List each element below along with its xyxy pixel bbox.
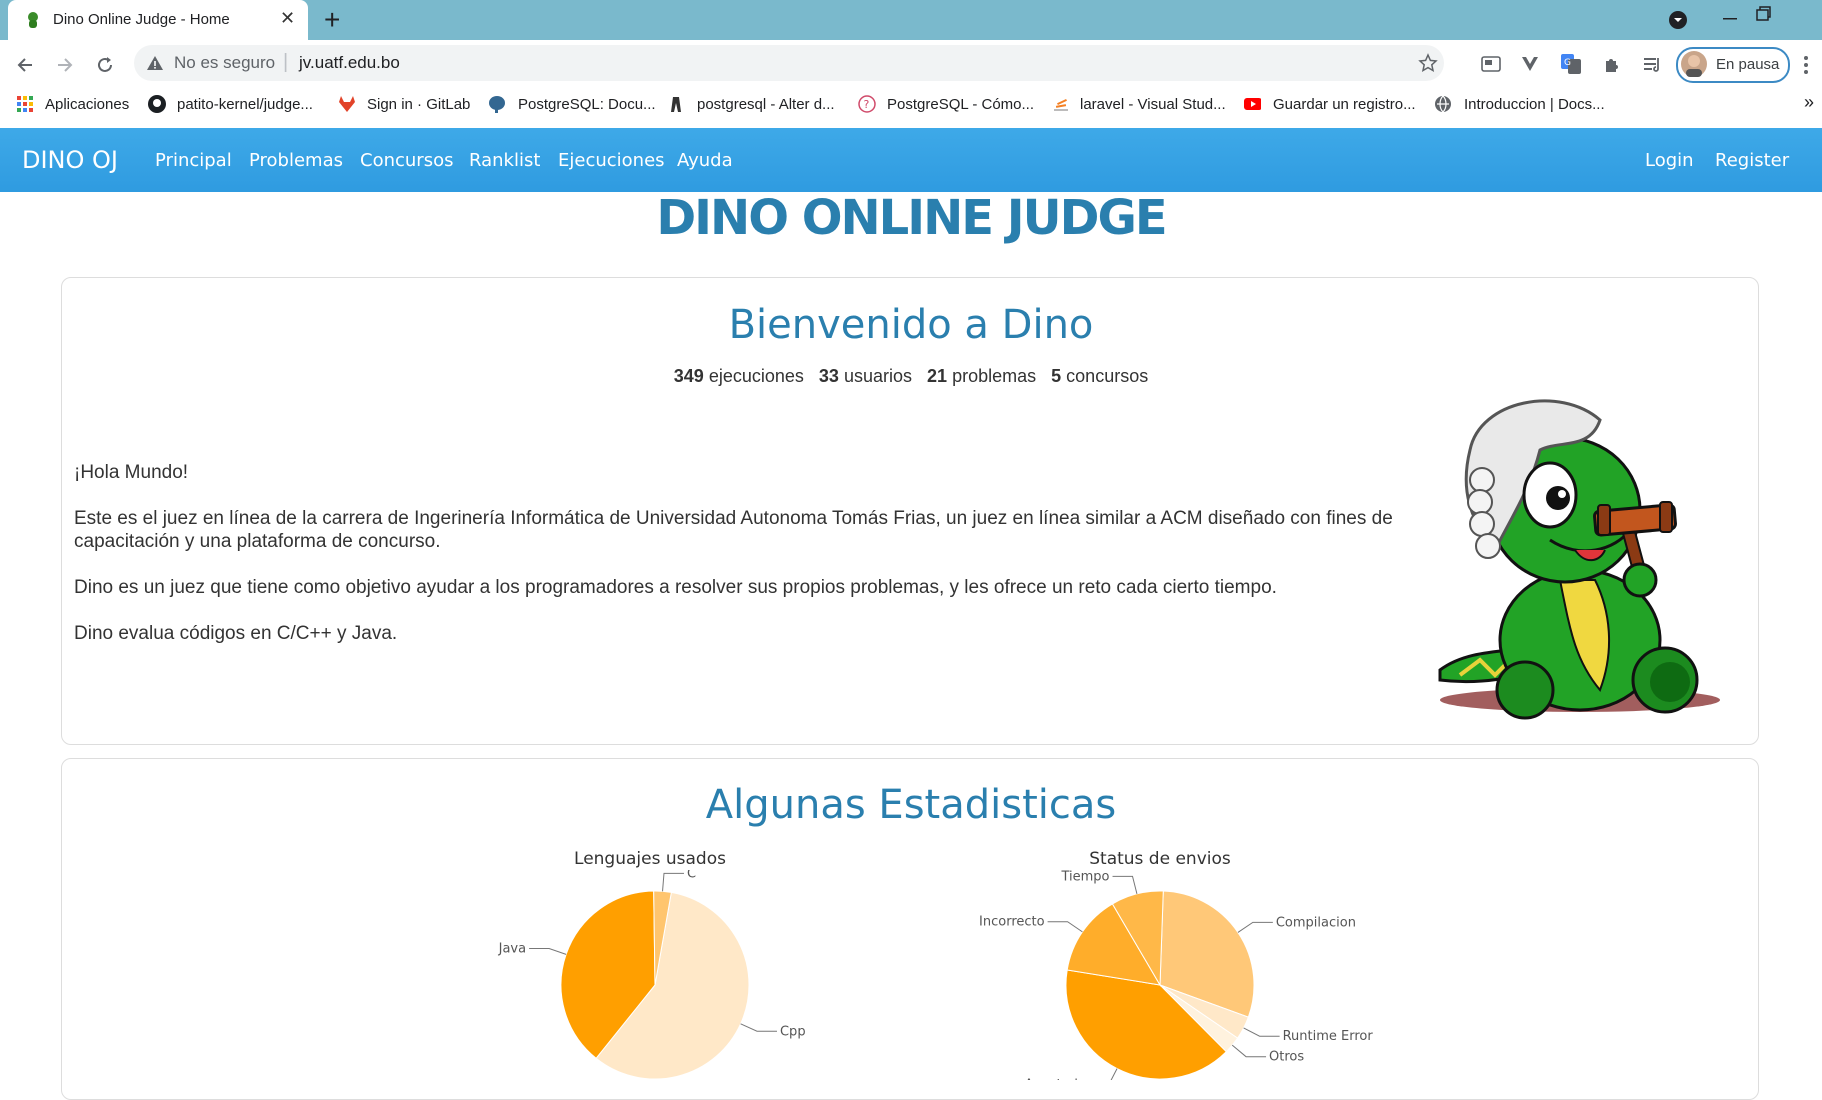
contests-count: 5 [1051,366,1062,386]
forward-icon[interactable] [54,54,76,76]
pie-label: Cpp [780,1024,806,1039]
screen-cast-icon[interactable] [1480,54,1502,74]
pie-label: Tiempo [1060,870,1109,884]
address-bar[interactable]: No es seguro | jv.uatf.edu.bo [134,45,1444,81]
reading-list-icon[interactable] [1642,54,1664,74]
dino-judge-mascot-image [1438,399,1720,720]
welcome-title: Bienvenido a Dino [728,302,1094,348]
register-link[interactable]: Register [1715,150,1789,171]
bookmarks-overflow-button[interactable]: » [1804,92,1814,113]
url-text[interactable]: jv.uatf.edu.bo [299,53,400,73]
minimize-icon[interactable] [1720,8,1740,28]
reload-icon[interactable] [94,54,116,76]
login-link[interactable]: Login [1645,150,1694,171]
bookmark-item[interactable]: laravel - Visual Stud... [1080,96,1226,113]
nav-principal[interactable]: Principal [155,150,232,171]
avatar [1681,51,1707,77]
problems-label: problemas [952,366,1037,386]
users-count: 33 [818,366,839,386]
bookmark-item[interactable]: postgresql - Alter d... [697,96,835,113]
bookmark-item[interactable]: Guardar un registro... [1273,96,1416,113]
youtube-icon [1244,98,1261,110]
status-chart-title: Status de envios [1089,849,1231,869]
brand-logo[interactable]: DINO OJ [22,146,118,174]
pie-label: Compilacion [1276,915,1356,930]
bookmark-star-icon[interactable] [1418,53,1438,73]
bookmark-item[interactable]: Aplicaciones [45,96,129,113]
bookmark-item[interactable]: Introduccion | Docs... [1464,96,1605,113]
tab-close-button[interactable]: ✕ [280,8,295,29]
pie-label: Otros [1269,1050,1304,1065]
gitlab-icon [339,96,355,112]
translate-icon[interactable]: G [1560,53,1582,75]
svg-text:G: G [1564,58,1571,68]
page-title: DINO ONLINE JUDGE [656,190,1167,246]
new-tab-button[interactable]: + [324,4,340,36]
github-icon [148,95,166,113]
pie-label: Java [498,942,526,957]
pie-leader-line [1237,921,1273,933]
pie-leader-line [1047,921,1083,933]
users-label: usuarios [843,366,913,386]
bookmark-item[interactable]: Sign in · GitLab [367,96,470,113]
bookmark-item[interactable]: PostgreSQL: Docu... [518,96,656,113]
pie-leader-line [1110,1068,1118,1080]
pie-label: C [687,870,696,881]
contests-label: concursos [1066,366,1149,386]
pie-leader-line [529,948,567,955]
tab-search-icon[interactable] [1668,10,1688,30]
status-pie-chart: CompilacionRuntime ErrorOtrosAceptadoInc… [979,870,1374,1080]
bookmark-item[interactable]: patito-kernel/judge... [177,96,313,113]
executions-count: 349 [673,366,704,386]
menu-dots-icon[interactable] [1802,54,1810,76]
dino-favicon-icon [28,12,38,28]
question-site-icon: ? [858,95,876,113]
intro-paragraph: Este es el juez en línea de la carrera d… [74,508,1393,552]
languages-pie-chart: Cpp Java C [498,870,806,1080]
security-label: No es seguro [174,53,276,72]
vue-devtools-icon[interactable] [1520,54,1540,74]
warning-icon [147,56,163,70]
profile-label: En pausa [1716,56,1780,73]
pie-label: Runtime Error [1283,1029,1374,1044]
bookmark-item[interactable]: PostgreSQL - Cómo... [887,96,1034,113]
nav-concursos[interactable]: Concursos [360,150,453,171]
pie-leader-line [1243,1027,1280,1037]
pie-leader-line [1112,875,1138,894]
extensions-icon[interactable] [1602,54,1622,74]
statistics-title: Algunas Estadisticas [705,782,1117,828]
browser-tab[interactable]: Dino Online Judge - Home ✕ [8,0,308,40]
languages-paragraph: Dino evalua códigos en C/C++ y Java. [74,623,398,644]
globe-icon [1435,95,1451,113]
problems-count: 21 [927,366,948,386]
greeting-text: ¡Hola Mundo! [74,462,189,483]
back-icon[interactable] [14,54,36,76]
executions-label: ejecuciones [708,366,804,386]
nav-ranklist[interactable]: Ranklist [469,150,540,171]
stackoverflow-icon [1054,98,1068,111]
postgresql-icon [489,96,505,113]
goal-paragraph: Dino es un juez que tiene como objetivo … [74,577,1277,598]
pie-leader-line [662,872,684,892]
pie-leader-line [1231,1044,1267,1058]
languages-chart-title: Lenguajes usados [574,849,726,869]
tab-title: Dino Online Judge - Home [53,11,230,28]
svg-text:?: ? [864,98,870,111]
restore-icon[interactable] [1753,4,1773,24]
url-divider: | [283,51,289,73]
nav-ayuda[interactable]: Ayuda [677,150,733,171]
profile-button[interactable]: En pausa [1676,47,1790,83]
apps-grid-icon [17,96,33,112]
site-stats: 349 ejecuciones 33 usuarios 21 problemas… [0,366,1822,387]
nav-ejecuciones[interactable]: Ejecuciones [558,150,665,171]
pie-label: Incorrecto [979,915,1045,930]
nav-problemas[interactable]: Problemas [249,150,343,171]
pie-leader-line [740,1023,777,1032]
postgresql-wiki-icon [671,97,681,112]
